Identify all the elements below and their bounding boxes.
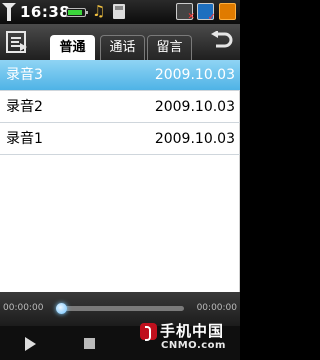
music-icon: ♫ <box>92 2 106 20</box>
current-time: 00:00:00 <box>3 303 44 313</box>
progress-knob[interactable] <box>56 303 67 314</box>
top-toolbar: 普通 通话 留言 <box>0 24 240 60</box>
tab-call[interactable]: 通话 <box>100 35 145 60</box>
progress-track[interactable] <box>60 306 184 311</box>
back-icon[interactable] <box>210 31 234 51</box>
brand-badge-icon <box>140 323 157 341</box>
recording-date: 2009.10.03 <box>154 99 235 115</box>
rss-icon[interactable] <box>219 3 236 20</box>
menu-icon[interactable] <box>6 31 28 53</box>
status-bar: 16:38 ♫ <box>0 0 240 24</box>
recording-list: 录音3 2009.10.03 录音2 2009.10.03 录音1 2009.1… <box>0 60 240 292</box>
recording-name: 录音2 <box>6 99 43 115</box>
memory-card-icon <box>113 4 125 19</box>
tab-message[interactable]: 留言 <box>147 35 192 60</box>
tab-normal[interactable]: 普通 <box>50 35 95 60</box>
recording-row[interactable]: 录音2 2009.10.03 <box>0 92 240 123</box>
battery-icon <box>66 8 88 17</box>
watermark-en: CNMO.com <box>161 340 226 351</box>
recording-name: 录音1 <box>6 131 43 147</box>
play-icon[interactable] <box>25 337 36 351</box>
recording-date: 2009.10.03 <box>154 67 235 83</box>
watermark-logo: 手机中国 CNMO.com <box>140 320 236 356</box>
stop-icon[interactable] <box>84 338 95 349</box>
mail-icon[interactable] <box>197 3 216 23</box>
recording-row[interactable]: 录音3 2009.10.03 <box>0 60 240 91</box>
recording-row[interactable]: 录音1 2009.10.03 <box>0 124 240 155</box>
signal-icon <box>2 3 16 21</box>
recording-name: 录音3 <box>6 67 43 83</box>
total-time: 00:00:00 <box>196 303 237 313</box>
recording-date: 2009.10.03 <box>154 131 235 147</box>
watermark-cn: 手机中国 <box>160 322 225 340</box>
network-icon[interactable] <box>176 3 195 22</box>
clock: 16:38 <box>20 3 71 21</box>
